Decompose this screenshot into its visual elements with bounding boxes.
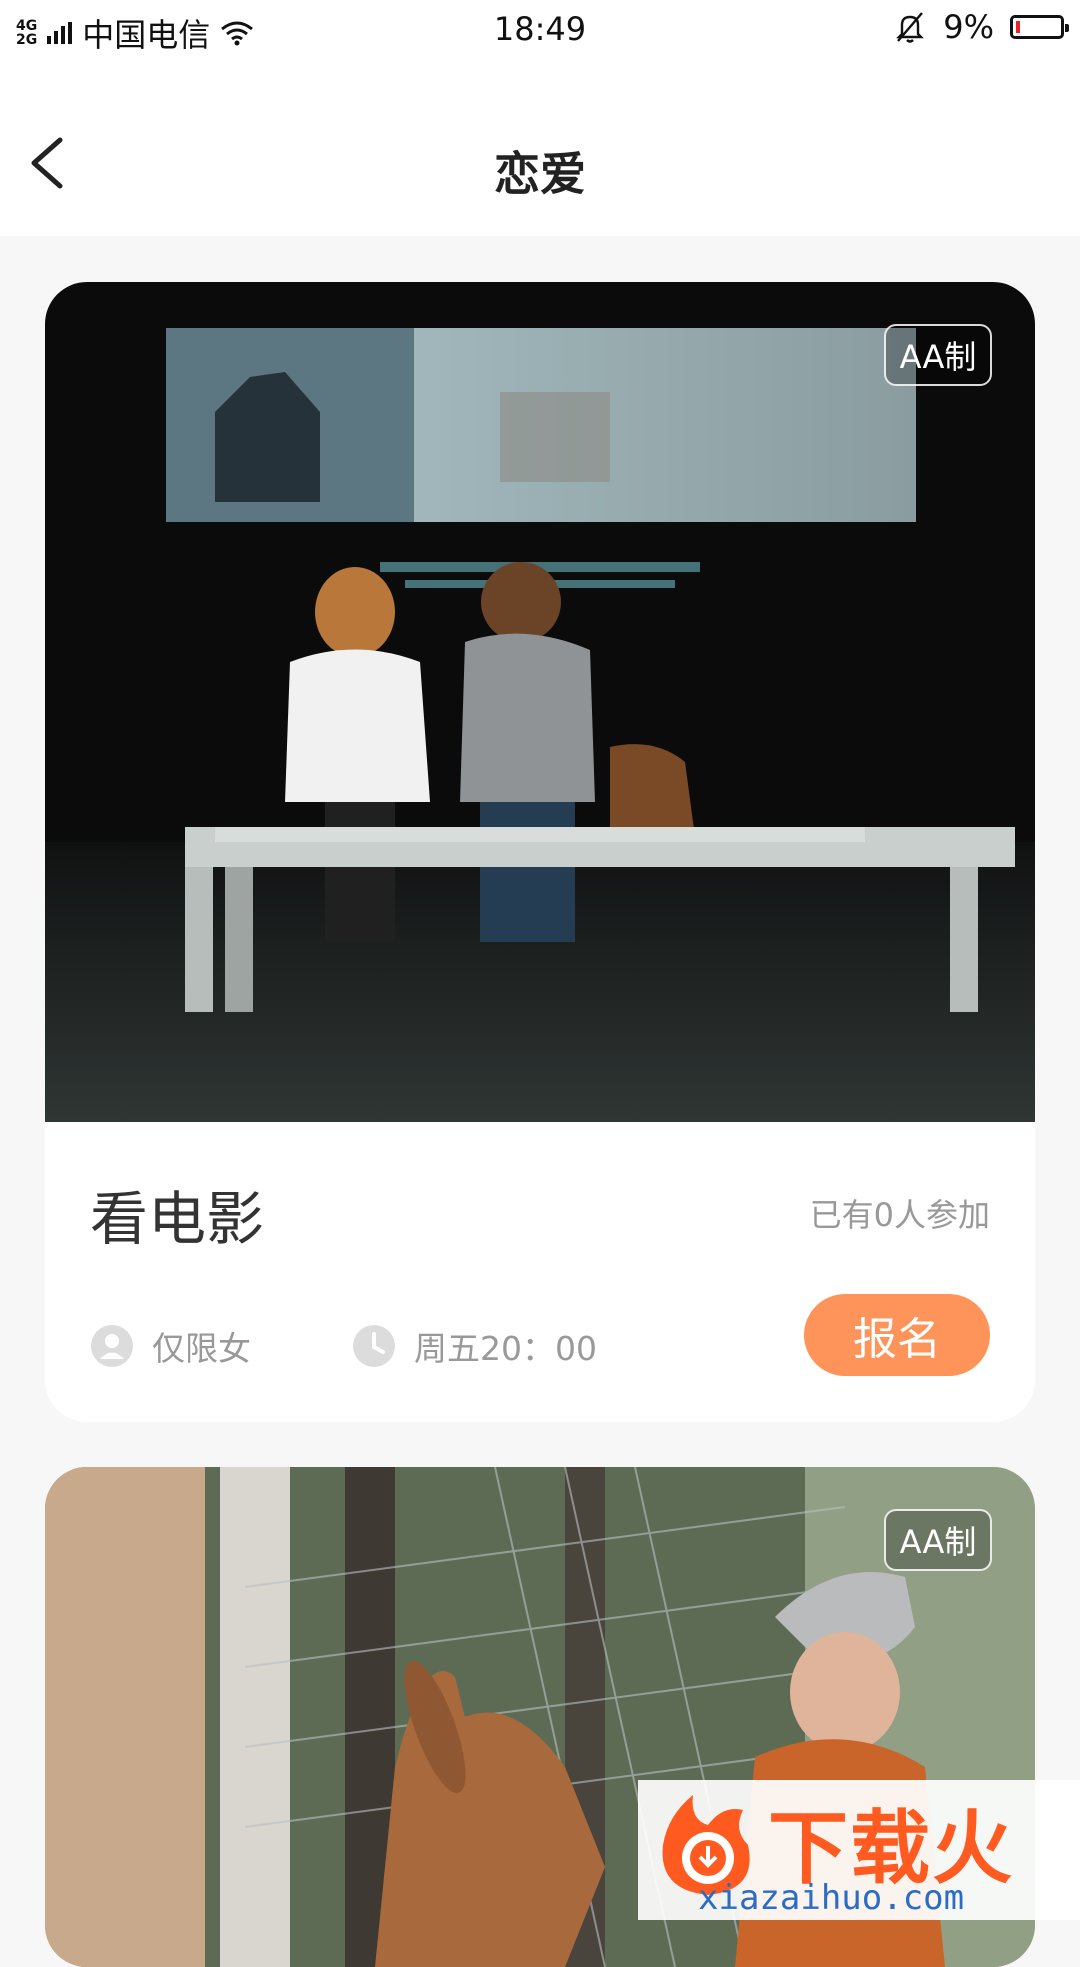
- signup-button[interactable]: 报名: [804, 1294, 990, 1376]
- bell-muted-icon: [896, 12, 925, 43]
- battery-icon: [1010, 15, 1069, 39]
- battery-percent: 9%: [943, 8, 994, 46]
- status-right: 9%: [893, 8, 1069, 46]
- activity-card[interactable]: AA制 看电影 已有0人参加 仅限女 周五20：00 报名: [45, 282, 1035, 1422]
- gender-restriction: 仅限女: [90, 1322, 251, 1370]
- clock-icon: [353, 1325, 395, 1367]
- watermark-url: xiazaihuo.com: [698, 1878, 965, 1918]
- activity-title: 看电影: [90, 1185, 265, 1253]
- page-title: 恋爱: [494, 147, 586, 201]
- cinema-photo: [45, 282, 1035, 1122]
- status-bar: 4G 2G 中国电信 18:49 9%: [0, 0, 1080, 58]
- aa-badge: AA制: [884, 324, 992, 386]
- participant-count: 已有0人参加: [809, 1196, 990, 1234]
- watermark: 下载火 xiazaihuo.com: [638, 1780, 1080, 1920]
- aa-badge: AA制: [884, 1509, 992, 1571]
- gender-label: 仅限女: [152, 1329, 251, 1368]
- person-icon: [91, 1325, 133, 1367]
- time-label: 周五20：00: [414, 1329, 597, 1368]
- battery-level: [1016, 21, 1020, 33]
- nav-bar: 恋爱: [0, 58, 1080, 236]
- activity-photo: AA制: [45, 282, 1035, 1122]
- activity-time: 周五20：00: [352, 1322, 597, 1370]
